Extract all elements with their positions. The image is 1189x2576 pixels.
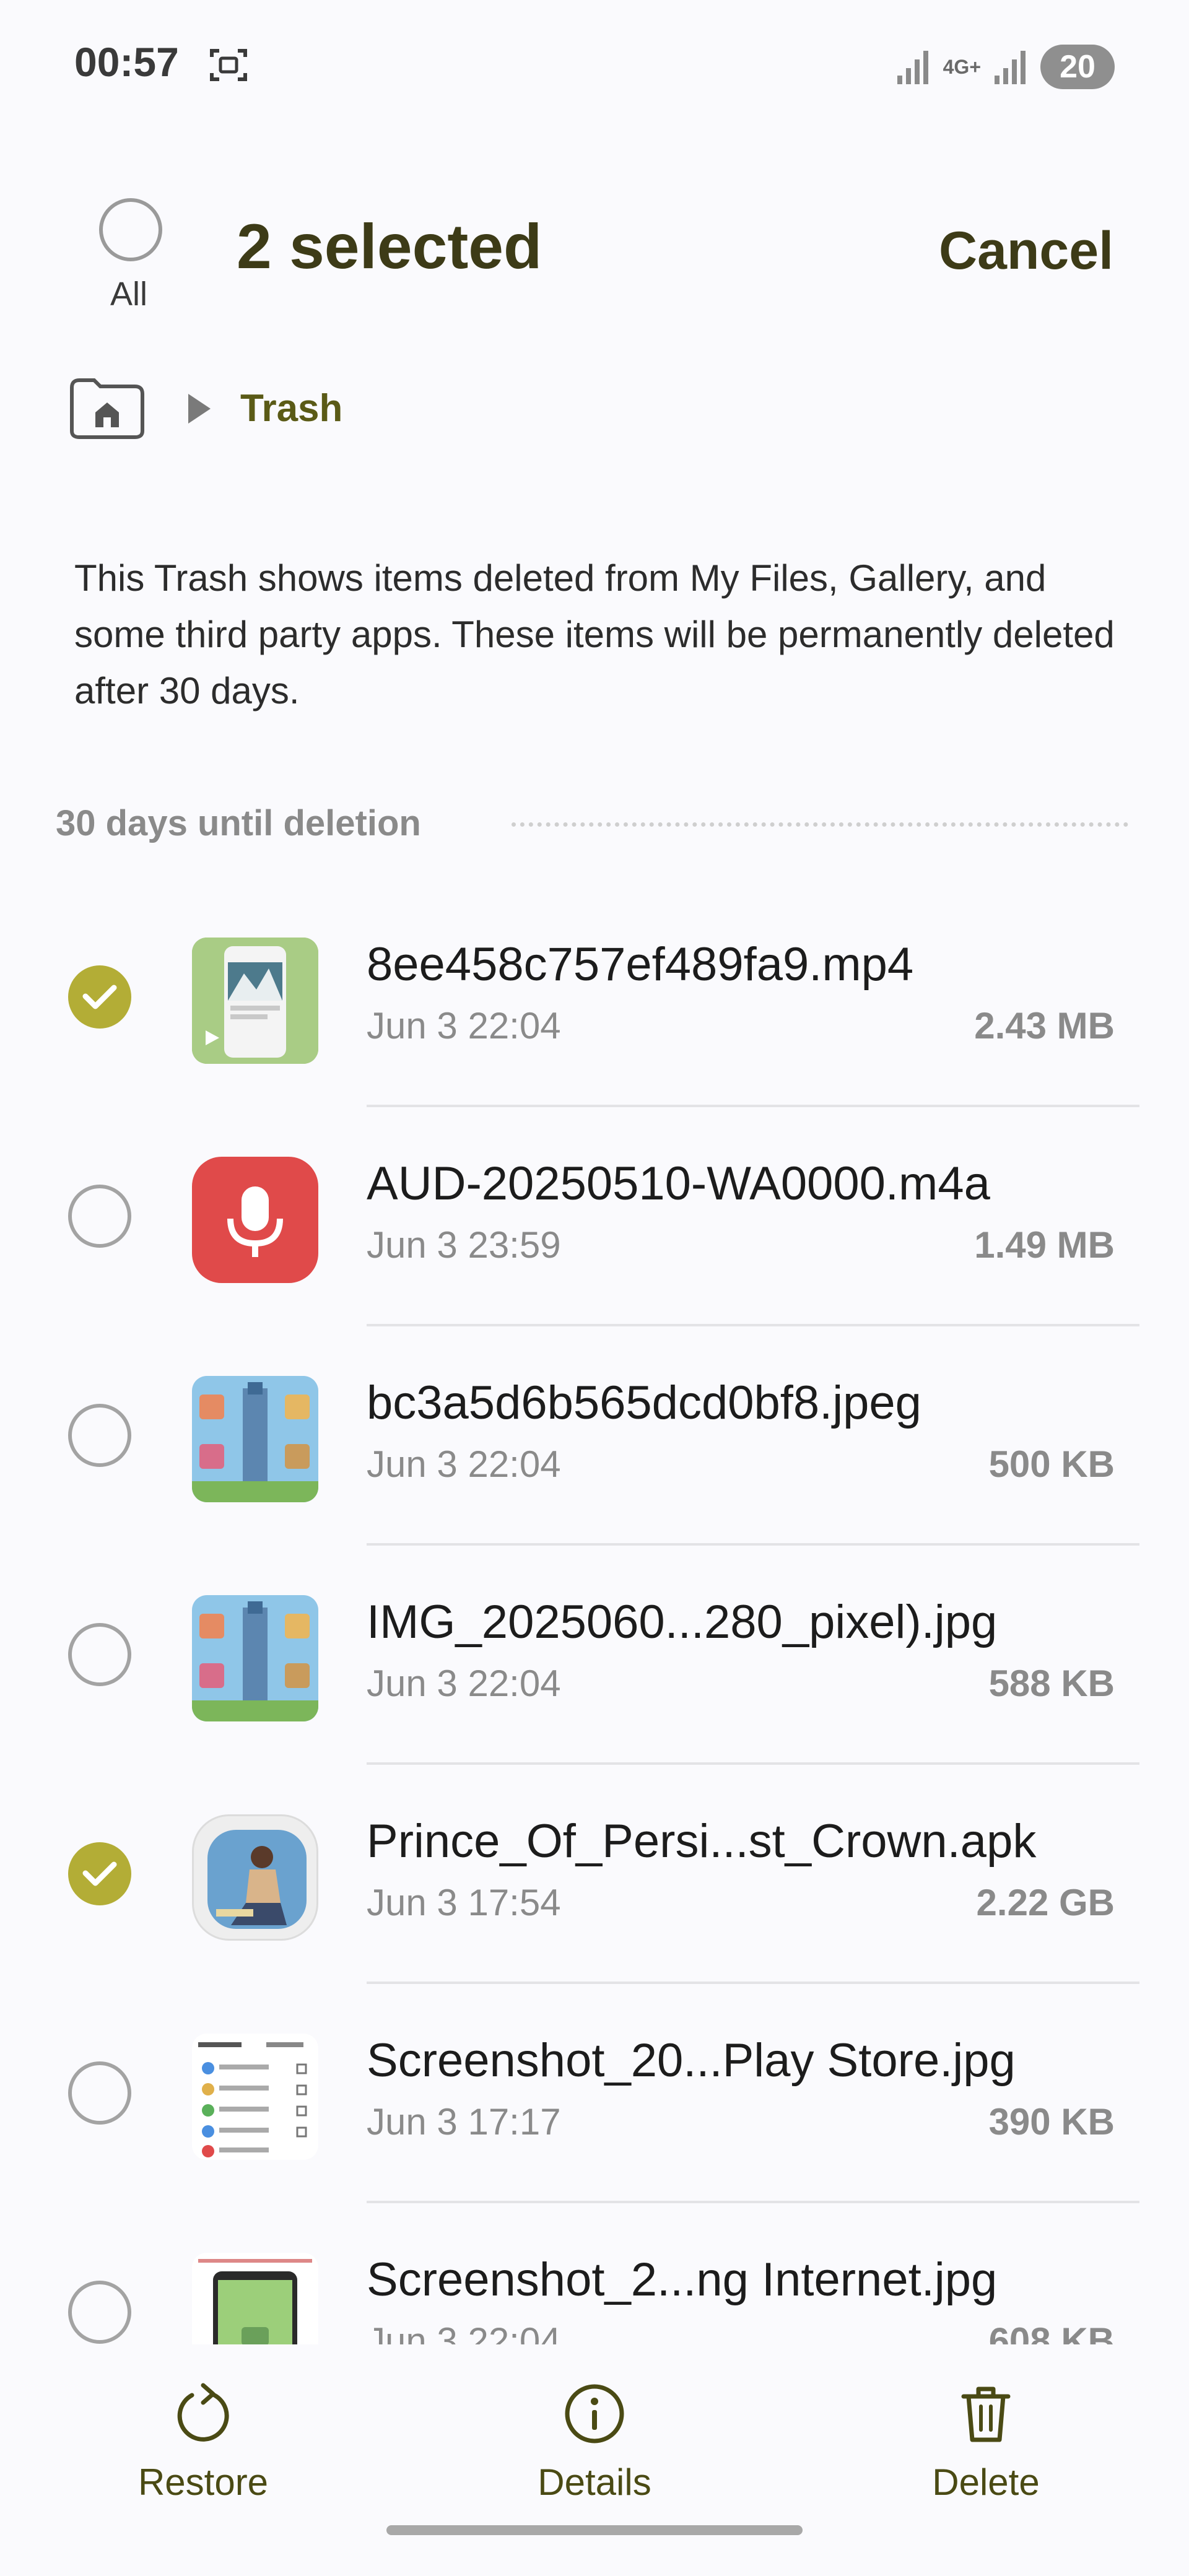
trash-icon [961,2387,1011,2442]
trash-screen: 00:57 4G+ 20 All 2 selected Cancel Trash… [0,0,1189,2576]
image-thumbnail [192,1595,318,1721]
signal-icon-2 [995,51,1026,84]
list-item[interactable]: Screenshot_2...ng Internet.jpg Jun 3 22:… [0,2203,1189,2344]
file-list[interactable]: 8ee458c757ef489fa9.mp4 Jun 3 22:04 2.43 … [0,888,1189,2344]
network-type: 4G+ [943,55,981,78]
app-icon [192,1814,318,1941]
select-all-checkbox[interactable] [99,198,162,261]
item-checkbox[interactable] [68,1185,131,1248]
restore-icon [177,2383,229,2442]
item-checkbox[interactable] [68,2061,131,2125]
status-bar: 00:57 4G+ 20 [0,0,1189,133]
breadcrumb-arrow-icon [188,394,211,424]
file-name: IMG_2025060...280_pixel).jpg [367,1596,998,1648]
cancel-button[interactable]: Cancel [939,220,1113,282]
section-header: 30 days until deletion [56,803,421,843]
item-checkbox[interactable] [68,1623,131,1686]
file-size: 390 KB [988,2101,1115,2143]
file-name: Screenshot_20...Play Store.jpg [367,2034,1016,2087]
restore-label: Restore [137,2461,269,2503]
list-item[interactable]: Prince_Of_Persi...st_Crown.apk Jun 3 17:… [0,1765,1189,1984]
delete-button[interactable]: Delete [881,2382,1091,2504]
file-size: 588 KB [988,1663,1115,1704]
file-name: Screenshot_2...ng Internet.jpg [367,2253,998,2306]
trash-info-text: This Trash shows items deleted from My F… [74,557,1115,711]
list-item[interactable]: Screenshot_20...Play Store.jpg Jun 3 17:… [0,1984,1189,2203]
image-thumbnail [192,1376,318,1502]
file-date: Jun 3 22:04 [367,1663,561,1704]
battery-level: 20 [1060,49,1095,85]
item-checkbox-checked[interactable] [68,965,131,1029]
info-icon [565,2384,624,2443]
file-size: 2.43 MB [974,1005,1115,1046]
file-date: Jun 3 22:04 [367,2320,561,2344]
file-name: Prince_Of_Persi...st_Crown.apk [367,1815,1037,1868]
screenshot-thumbnail [192,2253,318,2344]
select-all-label: All [110,276,148,313]
bottom-action-bar: Restore Details Delete [0,2344,1189,2576]
file-date: Jun 3 23:59 [367,1224,561,1266]
details-label: Details [538,2461,651,2503]
video-thumbnail [192,938,318,1064]
delete-label: Delete [932,2461,1040,2503]
file-size: 1.49 MB [974,1224,1115,1266]
list-item[interactable]: AUD-20250510-WA0000.m4a Jun 3 23:59 1.49… [0,1107,1189,1326]
status-time: 00:57 [74,39,179,85]
check-icon [82,985,117,1009]
file-size: 608 KB [988,2320,1115,2344]
file-name: bc3a5d6b565dcd0bf8.jpeg [367,1377,921,1429]
check-icon [82,1861,117,1886]
battery-icon: 20 [1040,45,1115,89]
home-indicator[interactable] [386,2525,803,2535]
item-checkbox[interactable] [68,2281,131,2344]
file-size: 500 KB [988,1443,1115,1485]
file-size: 2.22 GB [976,1882,1115,1923]
status-icons: 4G+ 20 [896,42,1115,92]
file-date: Jun 3 17:17 [367,2101,561,2143]
file-date: Jun 3 22:04 [367,1443,561,1485]
home-folder-icon[interactable] [67,375,147,441]
microphone-icon [192,1157,318,1283]
list-item[interactable]: IMG_2025060...280_pixel).jpg Jun 3 22:04… [0,1546,1189,1765]
file-name: 8ee458c757ef489fa9.mp4 [367,938,914,991]
restore-button[interactable]: Restore [98,2382,308,2504]
item-checkbox[interactable] [68,1404,131,1467]
page-title: 2 selected [237,211,542,282]
screenshot-thumbnail [192,2034,318,2160]
file-name: AUD-20250510-WA0000.m4a [367,1157,990,1210]
list-item[interactable]: 8ee458c757ef489fa9.mp4 Jun 3 22:04 2.43 … [0,888,1189,1107]
item-checkbox-checked[interactable] [68,1842,131,1905]
screen-record-icon [210,49,247,81]
section-divider [512,822,1128,827]
breadcrumb-trash[interactable]: Trash [240,386,342,430]
signal-icon [897,51,928,84]
file-date: Jun 3 17:54 [367,1882,561,1923]
file-date: Jun 3 22:04 [367,1005,561,1046]
list-item[interactable]: bc3a5d6b565dcd0bf8.jpeg Jun 3 22:04 500 … [0,1326,1189,1546]
details-button[interactable]: Details [489,2382,700,2504]
